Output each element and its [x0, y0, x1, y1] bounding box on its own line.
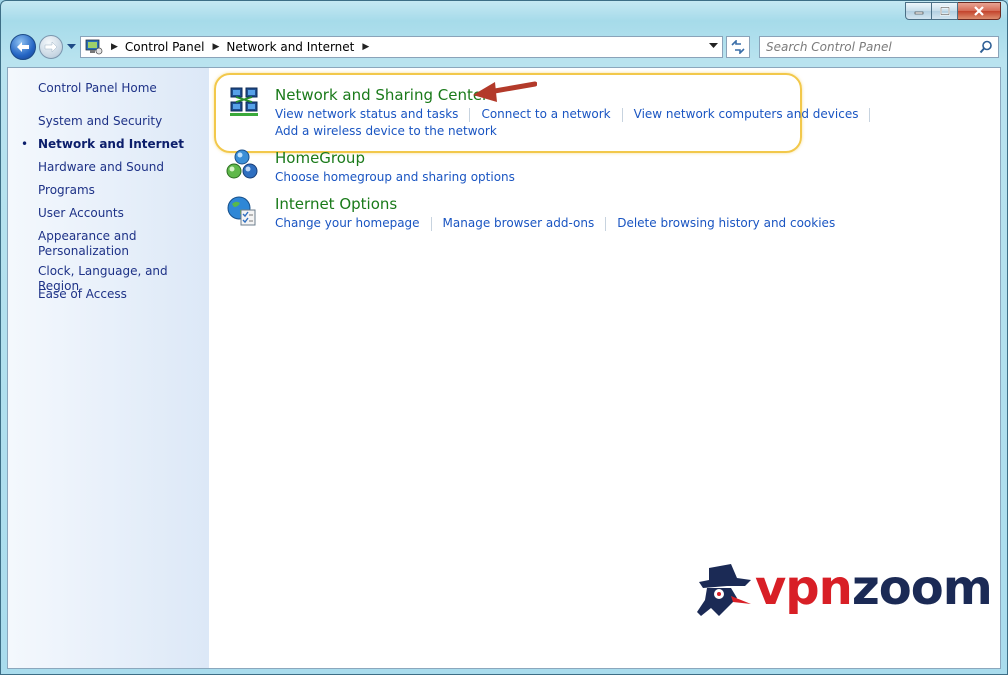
caption-buttons — [905, 2, 1001, 22]
back-arrow-icon — [17, 42, 29, 52]
forward-button[interactable] — [39, 35, 63, 59]
link-choose-homegroup-options[interactable]: Choose homegroup and sharing options — [275, 170, 515, 184]
content-area: Control Panel Home System and Security •… — [7, 67, 1001, 669]
link-divider — [605, 217, 607, 231]
back-button[interactable] — [10, 34, 36, 60]
control-panel-icon — [85, 39, 103, 55]
breadcrumb-separator: ▶ — [111, 42, 118, 52]
network-sharing-icon[interactable] — [228, 86, 260, 118]
sidebar-item-programs[interactable]: Programs — [38, 183, 95, 198]
search-box — [759, 36, 999, 58]
address-bar[interactable]: ▶ Control Panel ▶ Network and Internet ▶ — [80, 36, 723, 58]
breadcrumb-separator[interactable]: ▶ — [362, 42, 369, 52]
breadcrumb-separator[interactable]: ▶ — [213, 42, 220, 52]
address-dropdown-icon[interactable] — [709, 43, 718, 49]
task-internet-options: Internet Options Change your homepage Ma… — [226, 195, 835, 235]
breadcrumb-network-and-internet[interactable]: Network and Internet — [226, 40, 354, 54]
close-button[interactable] — [958, 2, 1001, 20]
main-pane: Network and Sharing Center View network … — [209, 68, 1000, 668]
search-icon[interactable] — [979, 40, 993, 54]
spy-hat-icon — [697, 564, 751, 616]
sidebar-item-user-accounts[interactable]: User Accounts — [38, 206, 124, 221]
explorer-window: ▶ Control Panel ▶ Network and Internet ▶… — [0, 0, 1008, 675]
current-item-bullet: • — [21, 137, 29, 151]
sidebar: Control Panel Home System and Security •… — [8, 68, 209, 668]
navigation-bar: ▶ Control Panel ▶ Network and Internet ▶ — [10, 34, 999, 60]
task-links: Change your homepage Manage browser add-… — [275, 216, 835, 231]
task-title-network-and-sharing-center[interactable]: Network and Sharing Center — [275, 86, 488, 104]
vpnzoom-logo-text: vpnzoom — [755, 560, 993, 616]
minimize-button[interactable] — [905, 2, 932, 20]
chevron-down-icon — [66, 44, 76, 49]
refresh-icon — [731, 40, 745, 54]
link-manage-browser-addons[interactable]: Manage browser add-ons — [443, 216, 595, 231]
link-add-wireless-device[interactable]: Add a wireless device to the network — [275, 124, 497, 138]
sidebar-item-control-panel-home[interactable]: Control Panel Home — [38, 81, 157, 96]
link-delete-browsing-history[interactable]: Delete browsing history and cookies — [617, 216, 835, 231]
sidebar-item-hardware-and-sound[interactable]: Hardware and Sound — [38, 160, 164, 175]
link-view-network-computers[interactable]: View network computers and devices — [634, 107, 859, 122]
link-view-network-status[interactable]: View network status and tasks — [275, 107, 458, 122]
sidebar-item-network-and-internet[interactable]: Network and Internet — [38, 137, 184, 152]
forward-arrow-icon — [44, 41, 58, 53]
maximize-icon — [939, 6, 950, 16]
internet-options-icon[interactable] — [226, 195, 258, 227]
task-title-internet-options[interactable]: Internet Options — [275, 195, 397, 213]
red-arrow-annotation — [473, 81, 537, 102]
link-connect-to-network[interactable]: Connect to a network — [481, 107, 610, 122]
task-homegroup: HomeGroup Choose homegroup and sharing o… — [226, 149, 626, 189]
refresh-button[interactable] — [726, 36, 750, 58]
task-title-homegroup[interactable]: HomeGroup — [275, 149, 365, 167]
sidebar-item-ease-of-access[interactable]: Ease of Access — [38, 287, 127, 302]
link-change-homepage[interactable]: Change your homepage — [275, 216, 420, 231]
minimize-icon — [914, 11, 923, 15]
link-divider — [469, 108, 471, 122]
close-icon — [974, 6, 984, 16]
link-divider — [621, 108, 623, 122]
recent-pages-dropdown[interactable] — [66, 42, 76, 52]
vpnzoom-watermark: vpnzoom — [697, 560, 993, 620]
sidebar-item-system-and-security[interactable]: System and Security — [38, 114, 162, 129]
sidebar-item-appearance-and-personalization[interactable]: Appearance and Personalization — [38, 229, 136, 259]
homegroup-icon[interactable] — [226, 149, 258, 181]
task-links: View network status and tasks Connect to… — [275, 107, 881, 122]
task-links: Choose homegroup and sharing options — [275, 170, 515, 184]
link-divider — [430, 217, 432, 231]
search-input[interactable] — [766, 40, 971, 54]
breadcrumb-control-panel[interactable]: Control Panel — [125, 40, 205, 54]
link-divider — [869, 108, 871, 122]
maximize-button[interactable] — [932, 2, 958, 20]
